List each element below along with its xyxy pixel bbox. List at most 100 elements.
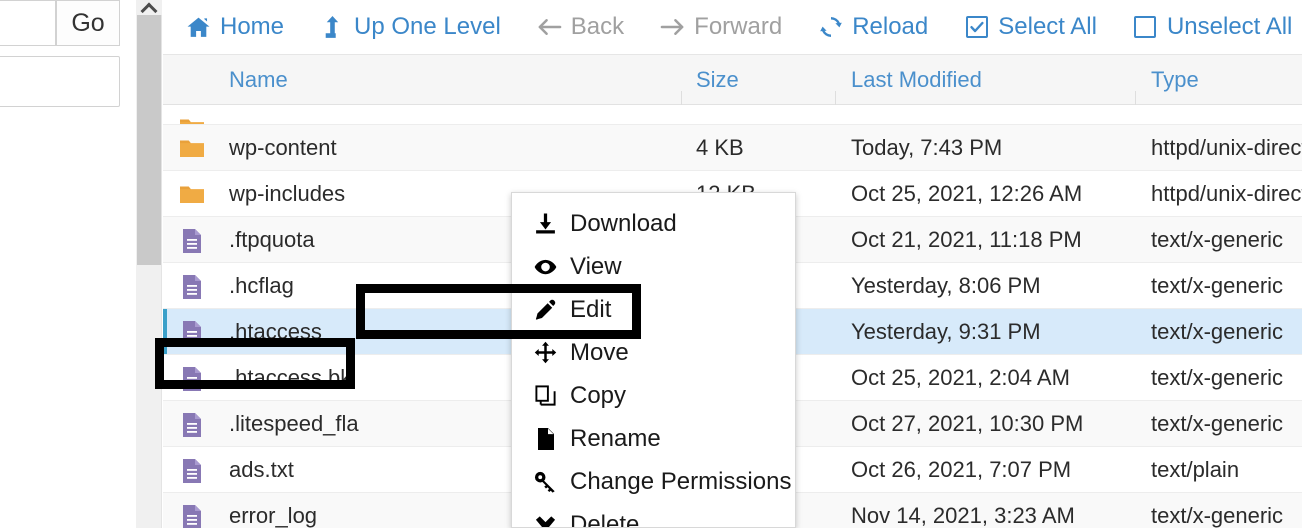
toolbar-back-label: Back	[570, 13, 625, 40]
pencil-icon	[534, 298, 557, 321]
download-icon	[534, 212, 557, 235]
path-input[interactable]	[0, 0, 56, 46]
move-arrows-icon	[534, 341, 557, 364]
file-type-cell: text/x-generic	[1151, 273, 1284, 298]
file-name-cell: .ftpquota	[229, 227, 315, 252]
copy-icon	[534, 384, 557, 407]
menu-item-delete[interactable]: Delete	[512, 503, 795, 528]
toolbar-up-one-level-button[interactable]: Up One Level	[320, 15, 501, 40]
file-size-cell: 4 KB	[696, 135, 744, 160]
toolbar-reload-button[interactable]: Reload	[818, 15, 928, 40]
toolbar-forward-label: Forward	[694, 13, 783, 40]
menu-item-copy[interactable]: Copy	[512, 374, 795, 417]
header-divider	[835, 91, 836, 105]
table-row[interactable]	[163, 105, 1302, 125]
column-header-name[interactable]: Name	[229, 55, 288, 105]
folder-icon	[179, 182, 205, 208]
file-name-cell: .htaccess	[229, 319, 322, 344]
menu-item-label: Delete	[570, 510, 640, 528]
toolbar-select-all-label: Select All	[998, 13, 1097, 40]
toolbar-home-button[interactable]: Home	[186, 15, 284, 40]
arrow-left-icon	[537, 15, 562, 40]
table-row[interactable]: wp-content 4 KB Today, 7:43 PM httpd/unix-d…	[163, 125, 1302, 171]
menu-item-change-permissions[interactable]: Change Permissions	[512, 460, 795, 503]
file-name-cell: error_log	[229, 503, 318, 528]
file-modified-cell: Oct 25, 2021, 2:04 AM	[851, 365, 1070, 390]
file-icon	[179, 504, 205, 528]
toolbar-select-all-button[interactable]: Select All	[964, 15, 1097, 40]
menu-item-label: Download	[570, 209, 677, 237]
file-icon	[179, 320, 205, 346]
checkbox-checked-icon	[964, 15, 989, 40]
header-divider	[681, 91, 682, 105]
home-icon	[186, 15, 211, 40]
vertical-scrollbar[interactable]	[136, 0, 162, 528]
file-type-cell: httpd/unix-direct	[1151, 181, 1302, 206]
scrollbar-thumb[interactable]	[137, 15, 161, 265]
reload-icon	[818, 15, 843, 40]
file-name-cell: .litespeed_fla	[229, 411, 359, 436]
left-panel: Go	[0, 0, 130, 528]
toolbar-back-button[interactable]: Back	[537, 15, 624, 40]
file-type-cell: text/plain	[1151, 457, 1240, 482]
page-icon	[534, 427, 557, 450]
table-column-header: Name Size Last Modified Type	[163, 55, 1302, 105]
file-name-cell: wp-content	[229, 135, 337, 160]
chevron-up-icon[interactable]	[136, 0, 162, 15]
menu-item-label: Rename	[570, 424, 661, 452]
menu-item-rename[interactable]: Rename	[512, 417, 795, 460]
file-manager-toolbar: Home Up One Level Back Forward Reload Se…	[163, 0, 1302, 55]
toolbar-home-label: Home	[220, 13, 285, 40]
folder-icon	[179, 115, 205, 124]
go-button[interactable]: Go	[56, 0, 120, 46]
column-header-size[interactable]: Size	[696, 55, 739, 105]
file-modified-cell: Oct 26, 2021, 7:07 PM	[851, 457, 1072, 482]
file-icon	[179, 458, 205, 484]
menu-item-edit[interactable]: Edit	[512, 288, 795, 331]
file-type-cell: text/x-generic	[1151, 365, 1284, 390]
file-icon	[179, 228, 205, 254]
file-icon	[179, 274, 205, 300]
file-context-menu[interactable]: Download View Edit Move Copy Rename Change Per…	[511, 192, 796, 528]
toolbar-forward-button[interactable]: Forward	[660, 15, 782, 40]
header-divider	[1135, 91, 1136, 105]
toolbar-up-one-level-label: Up One Level	[354, 13, 501, 40]
main-panel: Home Up One Level Back Forward Reload Se…	[163, 0, 1302, 528]
column-header-last-modified[interactable]: Last Modified	[851, 55, 982, 105]
file-name-cell: ads.txt	[229, 457, 294, 482]
toolbar-reload-label: Reload	[852, 13, 929, 40]
file-modified-cell: Nov 14, 2021, 3:23 AM	[851, 503, 1075, 528]
menu-item-view[interactable]: View	[512, 245, 795, 288]
file-modified-cell: Oct 25, 2021, 12:26 AM	[851, 181, 1083, 206]
file-modified-cell: Today, 7:43 PM	[851, 135, 1003, 160]
key-icon	[534, 470, 557, 493]
file-type-cell: text/x-generic	[1151, 503, 1284, 528]
file-type-cell: text/x-generic	[1151, 319, 1284, 344]
file-manager-screen: Go Home Up One Level Back Forward Reload…	[0, 0, 1302, 528]
menu-item-label: Edit	[570, 295, 612, 323]
checkbox-empty-icon	[1133, 15, 1158, 40]
column-header-type[interactable]: Type	[1151, 55, 1199, 105]
file-name-cell: .hcflag	[229, 273, 294, 298]
file-type-cell: httpd/unix-direct	[1151, 135, 1302, 160]
menu-item-label: Move	[570, 338, 629, 366]
file-modified-cell: Yesterday, 8:06 PM	[851, 273, 1041, 298]
menu-item-label: Change Permissions	[570, 467, 792, 495]
menu-item-move[interactable]: Move	[512, 331, 795, 374]
menu-item-label: View	[570, 252, 622, 280]
file-name-cell: .htaccess.bk	[229, 365, 352, 390]
toolbar-unselect-all-button[interactable]: Unselect All	[1133, 15, 1292, 40]
filter-input[interactable]	[0, 56, 120, 107]
file-icon	[179, 366, 205, 392]
toolbar-unselect-all-label: Unselect All	[1166, 13, 1293, 40]
file-modified-cell: Oct 21, 2021, 11:18 PM	[851, 227, 1082, 252]
eye-icon	[534, 255, 557, 278]
arrow-up-level-icon	[320, 15, 345, 40]
file-type-cell: text/x-generic	[1151, 411, 1284, 436]
menu-item-download[interactable]: Download	[512, 202, 795, 245]
folder-icon	[179, 136, 205, 162]
file-name-cell: wp-includes	[229, 181, 346, 206]
x-mark-icon	[534, 513, 557, 527]
menu-item-label: Copy	[570, 381, 627, 409]
file-icon	[179, 412, 205, 438]
